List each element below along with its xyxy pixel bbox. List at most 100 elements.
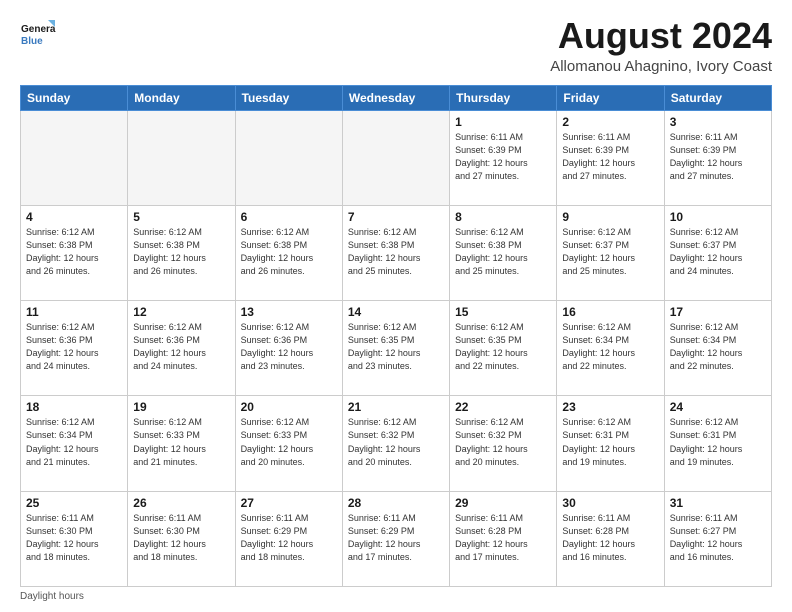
- day-number: 31: [670, 496, 766, 510]
- calendar-cell: 30 Sunrise: 6:11 AMSunset: 6:28 PMDayligh…: [557, 491, 664, 586]
- day-number: 5: [133, 210, 229, 224]
- day-info: Sunrise: 6:11 AMSunset: 6:28 PMDaylight:…: [455, 512, 551, 564]
- day-number: 20: [241, 400, 337, 414]
- day-info: Sunrise: 6:11 AMSunset: 6:27 PMDaylight:…: [670, 512, 766, 564]
- header-monday: Monday: [128, 85, 235, 110]
- calendar-cell: 12Sunrise: 6:12 AMSunset: 6:36 PMDayligh…: [128, 301, 235, 396]
- footer-note: Daylight hours: [20, 591, 772, 602]
- calendar-cell: 17 Sunrise: 6:12 AMSunset: 6:34 PMDayligh…: [664, 301, 771, 396]
- day-number: 13: [241, 305, 337, 319]
- calendar-cell: 7Sunrise: 6:12 AMSunset: 6:38 PMDaylight…: [342, 205, 449, 300]
- day-info: Sunrise: 6:11 AMSunset: 6:30 PMDaylight:…: [26, 512, 122, 564]
- calendar-cell: 18 Sunrise: 6:12 AMSunset: 6:34 PMDayligh…: [21, 396, 128, 491]
- day-info: Sunrise: 6:11 AMSunset: 6:29 PMDaylight:…: [348, 512, 444, 564]
- day-number: 21: [348, 400, 444, 414]
- calendar-cell: 29 Sunrise: 6:11 AMSunset: 6:28 PMDayligh…: [450, 491, 557, 586]
- calendar-cell: 2 Sunrise: 6:11 AMSunset: 6:39 PMDaylight…: [557, 110, 664, 205]
- header-sunday: Sunday: [21, 85, 128, 110]
- day-number: 24: [670, 400, 766, 414]
- day-info: Sunrise: 6:12 AMSunset: 6:37 PMDaylight:…: [562, 226, 658, 278]
- svg-text:General: General: [21, 24, 56, 35]
- day-info: Sunrise: 6:12 AMSunset: 6:35 PMDaylight:…: [455, 321, 551, 373]
- day-number: 30: [562, 496, 658, 510]
- header-tuesday: Tuesday: [235, 85, 342, 110]
- main-title: August 2024: [550, 16, 772, 56]
- header-saturday: Saturday: [664, 85, 771, 110]
- calendar-cell: 16Sunrise: 6:12 AMSunset: 6:34 PMDayligh…: [557, 301, 664, 396]
- header: General Blue August 2024 Allomanou Ahagn…: [20, 16, 772, 75]
- header-thursday: Thursday: [450, 85, 557, 110]
- day-info: Sunrise: 6:12 AMSunset: 6:38 PMDaylight:…: [133, 226, 229, 278]
- calendar-cell: 24 Sunrise: 6:12 AMSunset: 6:31 PMDayligh…: [664, 396, 771, 491]
- day-info: Sunrise: 6:12 AMSunset: 6:37 PMDaylight:…: [670, 226, 766, 278]
- day-info: Sunrise: 6:12 AMSunset: 6:34 PMDaylight:…: [670, 321, 766, 373]
- day-info: Sunrise: 6:11 AMSunset: 6:30 PMDaylight:…: [133, 512, 229, 564]
- calendar-cell: 14 Sunrise: 6:12 AMSunset: 6:35 PMDayligh…: [342, 301, 449, 396]
- calendar-cell: [21, 110, 128, 205]
- day-number: 25: [26, 496, 122, 510]
- day-number: 15: [455, 305, 551, 319]
- day-info: Sunrise: 6:12 AMSunset: 6:34 PMDaylight:…: [26, 416, 122, 468]
- week-row-2: 4 Sunrise: 6:12 AMSunset: 6:38 PMDaylight…: [21, 205, 772, 300]
- calendar-cell: 6Sunrise: 6:12 AMSunset: 6:38 PMDaylight…: [235, 205, 342, 300]
- day-number: 14: [348, 305, 444, 319]
- day-info: Sunrise: 6:12 AMSunset: 6:33 PMDaylight:…: [241, 416, 337, 468]
- week-row-1: 1 Sunrise: 6:11 AMSunset: 6:39 PMDaylight…: [21, 110, 772, 205]
- day-number: 2: [562, 115, 658, 129]
- calendar-cell: [128, 110, 235, 205]
- title-block: August 2024 Allomanou Ahagnino, Ivory Co…: [550, 16, 772, 75]
- day-number: 26: [133, 496, 229, 510]
- day-info: Sunrise: 6:11 AMSunset: 6:39 PMDaylight:…: [562, 131, 658, 183]
- calendar-cell: 27 Sunrise: 6:11 AMSunset: 6:29 PMDayligh…: [235, 491, 342, 586]
- day-info: Sunrise: 6:12 AMSunset: 6:35 PMDaylight:…: [348, 321, 444, 373]
- calendar-cell: 25 Sunrise: 6:11 AMSunset: 6:30 PMDayligh…: [21, 491, 128, 586]
- calendar-cell: 9 Sunrise: 6:12 AMSunset: 6:37 PMDaylight…: [557, 205, 664, 300]
- calendar-header-row: SundayMondayTuesdayWednesdayThursdayFrid…: [21, 85, 772, 110]
- day-info: Sunrise: 6:12 AMSunset: 6:32 PMDaylight:…: [455, 416, 551, 468]
- day-number: 7: [348, 210, 444, 224]
- calendar-cell: 23 Sunrise: 6:12 AMSunset: 6:31 PMDayligh…: [557, 396, 664, 491]
- calendar-cell: 10Sunrise: 6:12 AMSunset: 6:37 PMDayligh…: [664, 205, 771, 300]
- logo: General Blue: [20, 16, 56, 54]
- day-info: Sunrise: 6:12 AMSunset: 6:31 PMDaylight:…: [562, 416, 658, 468]
- day-info: Sunrise: 6:11 AMSunset: 6:28 PMDaylight:…: [562, 512, 658, 564]
- day-number: 6: [241, 210, 337, 224]
- calendar-cell: 5 Sunrise: 6:12 AMSunset: 6:38 PMDaylight…: [128, 205, 235, 300]
- day-number: 23: [562, 400, 658, 414]
- header-friday: Friday: [557, 85, 664, 110]
- day-number: 12: [133, 305, 229, 319]
- day-number: 22: [455, 400, 551, 414]
- day-info: Sunrise: 6:12 AMSunset: 6:31 PMDaylight:…: [670, 416, 766, 468]
- calendar-cell: 11Sunrise: 6:12 AMSunset: 6:36 PMDayligh…: [21, 301, 128, 396]
- day-info: Sunrise: 6:12 AMSunset: 6:36 PMDaylight:…: [26, 321, 122, 373]
- day-number: 18: [26, 400, 122, 414]
- day-number: 28: [348, 496, 444, 510]
- day-info: Sunrise: 6:12 AMSunset: 6:32 PMDaylight:…: [348, 416, 444, 468]
- day-info: Sunrise: 6:12 AMSunset: 6:34 PMDaylight:…: [562, 321, 658, 373]
- calendar-cell: 21 Sunrise: 6:12 AMSunset: 6:32 PMDayligh…: [342, 396, 449, 491]
- week-row-5: 25 Sunrise: 6:11 AMSunset: 6:30 PMDayligh…: [21, 491, 772, 586]
- calendar-cell: 4Sunrise: 6:12 AMSunset: 6:38 PMDaylight…: [21, 205, 128, 300]
- calendar-cell: 15 Sunrise: 6:12 AMSunset: 6:35 PMDayligh…: [450, 301, 557, 396]
- day-number: 9: [562, 210, 658, 224]
- week-row-4: 18 Sunrise: 6:12 AMSunset: 6:34 PMDayligh…: [21, 396, 772, 491]
- calendar-cell: 13Sunrise: 6:12 AMSunset: 6:36 PMDayligh…: [235, 301, 342, 396]
- day-number: 4: [26, 210, 122, 224]
- day-info: Sunrise: 6:11 AMSunset: 6:39 PMDaylight:…: [670, 131, 766, 183]
- calendar-cell: 8Sunrise: 6:12 AMSunset: 6:38 PMDaylight…: [450, 205, 557, 300]
- day-number: 29: [455, 496, 551, 510]
- calendar-cell: 1 Sunrise: 6:11 AMSunset: 6:39 PMDaylight…: [450, 110, 557, 205]
- day-info: Sunrise: 6:11 AMSunset: 6:29 PMDaylight:…: [241, 512, 337, 564]
- day-info: Sunrise: 6:11 AMSunset: 6:39 PMDaylight:…: [455, 131, 551, 183]
- calendar-table: SundayMondayTuesdayWednesdayThursdayFrid…: [20, 85, 772, 587]
- calendar-cell: [235, 110, 342, 205]
- calendar-cell: 28 Sunrise: 6:11 AMSunset: 6:29 PMDayligh…: [342, 491, 449, 586]
- calendar-cell: 19Sunrise: 6:12 AMSunset: 6:33 PMDayligh…: [128, 396, 235, 491]
- day-number: 27: [241, 496, 337, 510]
- svg-text:Blue: Blue: [21, 36, 43, 47]
- day-number: 17: [670, 305, 766, 319]
- sub-title: Allomanou Ahagnino, Ivory Coast: [550, 58, 772, 75]
- calendar-cell: [342, 110, 449, 205]
- calendar-cell: 3Sunrise: 6:11 AMSunset: 6:39 PMDaylight…: [664, 110, 771, 205]
- day-number: 1: [455, 115, 551, 129]
